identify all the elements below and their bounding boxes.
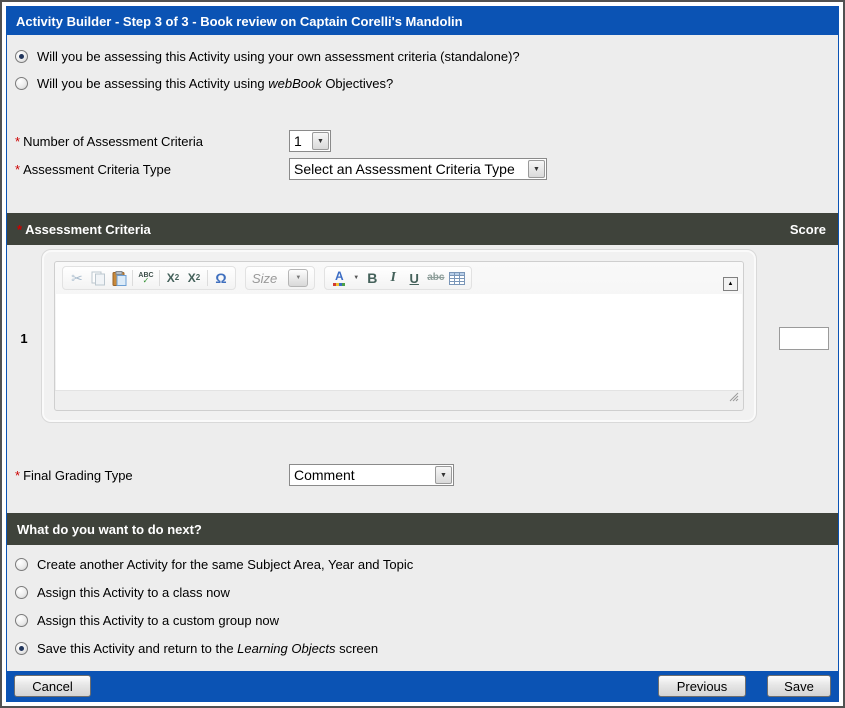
required-marker: * <box>15 134 20 149</box>
toolbar-separator <box>132 270 133 286</box>
radio-save-return[interactable] <box>15 642 28 655</box>
triangle-up-icon: ▲ <box>728 281 734 287</box>
radio-standalone-label: Will you be assessing this Activity usin… <box>37 49 520 64</box>
spellcheck-icon[interactable]: ABC ✓ <box>138 268 154 288</box>
required-marker: * <box>15 468 20 483</box>
radio-row-save-return: Save this Activity and return to the Lea… <box>7 634 838 662</box>
num-criteria-value: 1 <box>294 133 306 149</box>
next-section-header: What do you want to do next? <box>17 522 202 537</box>
superscript-icon[interactable]: X2 <box>186 268 202 288</box>
num-criteria-label: *Number of Assessment Criteria <box>15 134 289 149</box>
toolbar-group-format: A ▼ B I U abc <box>324 266 472 290</box>
strikethrough-icon[interactable]: abc <box>427 268 444 288</box>
underline-icon[interactable]: U <box>406 268 422 288</box>
activity-builder-dialog: Activity Builder - Step 3 of 3 - Book re… <box>6 6 839 702</box>
copy-icon[interactable] <box>90 268 106 288</box>
radio-row-standalone: Will you be assessing this Activity usin… <box>7 43 838 70</box>
score-header: Score <box>790 222 826 237</box>
row-number: 1 <box>7 331 41 346</box>
toolbar-separator <box>159 270 160 286</box>
editor-toolbar: ✂ ABC ✓ <box>55 262 743 294</box>
rich-text-editor: ✂ ABC ✓ <box>54 261 744 411</box>
assessment-criteria-header: *Assessment Criteria <box>17 222 151 237</box>
resize-handle-icon[interactable] <box>727 389 739 407</box>
chevron-down-icon[interactable]: ▼ <box>435 466 452 484</box>
table-icon[interactable] <box>449 268 465 288</box>
color-swatches <box>333 283 345 286</box>
final-grading-label: *Final Grading Type <box>15 468 289 483</box>
dialog-title: Activity Builder - Step 3 of 3 - Book re… <box>16 14 463 29</box>
assessment-mode-options: Will you be assessing this Activity usin… <box>7 43 838 97</box>
dialog-titlebar: Activity Builder - Step 3 of 3 - Book re… <box>7 7 838 35</box>
radio-assign-class[interactable] <box>15 586 28 599</box>
radio-webbook-objectives[interactable] <box>15 77 28 90</box>
special-character-icon[interactable]: Ω <box>213 268 229 288</box>
radio-create-another-label: Create another Activity for the same Sub… <box>37 557 413 572</box>
cancel-button[interactable]: Cancel <box>14 675 91 697</box>
cut-icon[interactable]: ✂ <box>69 268 85 288</box>
text-color-icon[interactable]: A <box>331 268 347 288</box>
radio-assign-class-label: Assign this Activity to a class now <box>37 585 230 600</box>
radio-save-return-label: Save this Activity and return to the Lea… <box>37 641 378 656</box>
chevron-down-icon[interactable]: ▼ <box>312 132 329 150</box>
editor-status-bar <box>55 390 743 410</box>
next-section-header-bar: What do you want to do next? <box>7 513 838 545</box>
radio-assign-group[interactable] <box>15 614 28 627</box>
toolbar-group-size: Size ▼ <box>245 266 315 290</box>
dialog-content: Will you be assessing this Activity usin… <box>7 35 838 671</box>
toolbar-group-clipboard: ✂ ABC ✓ <box>62 266 236 290</box>
num-criteria-select[interactable]: 1 ▼ <box>289 130 331 152</box>
required-marker: * <box>15 162 20 177</box>
final-grading-row: *Final Grading Type Comment ▼ <box>7 461 838 489</box>
toolbar-separator <box>207 270 208 286</box>
window-frame: Activity Builder - Step 3 of 3 - Book re… <box>0 0 845 708</box>
final-grading-select[interactable]: Comment ▼ <box>289 464 454 486</box>
radio-create-another[interactable] <box>15 558 28 571</box>
radio-standalone[interactable] <box>15 50 28 63</box>
rich-text-editor-wrapper: ✂ ABC ✓ <box>41 249 757 423</box>
italic-icon[interactable]: I <box>385 268 401 288</box>
next-options: Create another Activity for the same Sub… <box>7 550 838 662</box>
radio-webbook-objectives-label: Will you be assessing this Activity usin… <box>37 76 393 91</box>
font-size-dropdown[interactable]: ▼ <box>288 269 308 287</box>
bold-icon[interactable]: B <box>364 268 380 288</box>
font-size-label: Size <box>252 271 277 286</box>
radio-row-webbook-objectives: Will you be assessing this Activity usin… <box>7 70 838 97</box>
radio-row-assign-group: Assign this Activity to a custom group n… <box>7 606 838 634</box>
num-criteria-row: *Number of Assessment Criteria 1 ▼ <box>7 127 838 155</box>
criteria-type-select[interactable]: Select an Assessment Criteria Type ▼ <box>289 158 547 180</box>
criteria-fields: *Number of Assessment Criteria 1 ▼ *Asse… <box>7 127 838 183</box>
chevron-down-icon[interactable]: ▼ <box>528 160 545 178</box>
criteria-type-value: Select an Assessment Criteria Type <box>294 161 522 177</box>
radio-assign-group-label: Assign this Activity to a custom group n… <box>37 613 279 628</box>
criteria-text-area[interactable] <box>56 294 742 390</box>
assessment-criteria-header-bar: *Assessment Criteria Score <box>7 213 838 245</box>
collapse-toolbar-button[interactable]: ▲ <box>723 277 738 291</box>
paste-icon[interactable] <box>111 268 127 288</box>
required-marker: * <box>17 222 22 237</box>
score-input[interactable] <box>779 327 829 350</box>
final-grading-value: Comment <box>294 467 429 483</box>
criteria-type-row: *Assessment Criteria Type Select an Asse… <box>7 155 838 183</box>
previous-button[interactable]: Previous <box>658 675 746 697</box>
radio-row-create-another: Create another Activity for the same Sub… <box>7 550 838 578</box>
chevron-down-icon[interactable]: ▼ <box>353 275 359 281</box>
criteria-row-1: 1 ✂ <box>7 249 838 427</box>
chevron-down-icon: ▼ <box>295 275 301 281</box>
radio-row-assign-class: Assign this Activity to a class now <box>7 578 838 606</box>
dialog-footer: Cancel Previous Save <box>7 671 838 701</box>
criteria-type-label: *Assessment Criteria Type <box>15 162 289 177</box>
subscript-icon[interactable]: X2 <box>165 268 181 288</box>
save-button[interactable]: Save <box>767 675 831 697</box>
